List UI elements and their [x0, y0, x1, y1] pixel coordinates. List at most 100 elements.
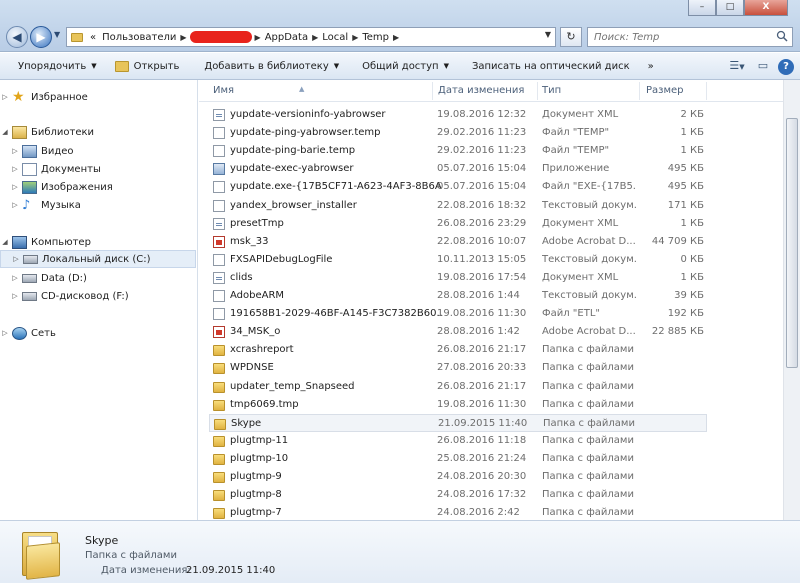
breadcrumb-local[interactable]: Local	[319, 32, 351, 43]
nav-item-network[interactable]: ▷ Сеть	[0, 324, 196, 342]
file-date: 29.02.2016 11:23	[437, 145, 527, 157]
file-name: msk_33	[230, 235, 269, 247]
nav-item-label: Изображения	[41, 181, 113, 193]
column-divider[interactable]	[639, 82, 640, 100]
breadcrumb-separator-icon[interactable]: ▶	[254, 33, 262, 42]
file-row[interactable]: yupdate-exec-yabrowser 05.07.2016 15:04 Пр…	[209, 160, 707, 178]
minimize-button[interactable]: –	[688, 0, 716, 16]
address-dropdown-icon[interactable]: ▼	[545, 30, 551, 39]
chevron-down-icon: ▼	[91, 62, 97, 70]
expand-arrow-icon[interactable]: ▷	[0, 93, 10, 101]
close-button[interactable]: X	[744, 0, 788, 16]
back-button[interactable]: ◀	[6, 26, 28, 48]
expand-arrow-icon[interactable]: ▷	[11, 255, 21, 263]
vertical-scrollbar[interactable]	[783, 80, 800, 520]
share-menu[interactable]: Общий доступ ▼	[348, 55, 458, 77]
file-row[interactable]: yupdate-versioninfo-yabrowser 19.08.2016 …	[209, 106, 707, 124]
file-row[interactable]: presetTmp 26.08.2016 23:29 Документ XML 1 К…	[209, 215, 707, 233]
nav-item-documents[interactable]: ▷ Документы	[0, 160, 196, 178]
breadcrumb-separator-icon[interactable]: ▶	[351, 33, 359, 42]
file-row[interactable]: xcrashreport 26.08.2016 21:17 Папка с файл…	[209, 341, 707, 359]
file-row[interactable]: tmp6069.tmp 19.08.2016 11:30 Папка с файла…	[209, 396, 707, 414]
nav-item-data-disk[interactable]: ▷ Data (D:)	[0, 269, 196, 287]
file-row[interactable]: plugtmp-8 24.08.2016 17:32 Папка с файлами	[209, 486, 707, 504]
nav-item-local-disk[interactable]: ▷ Локальный диск (C:)	[0, 250, 196, 268]
refresh-button[interactable]: ↻	[560, 27, 582, 47]
breadcrumb-temp[interactable]: Temp	[359, 32, 392, 43]
expand-arrow-icon[interactable]: ▷	[10, 183, 20, 191]
file-row[interactable]: AdobeARM 28.08.2016 1:44 Текстовый докум..…	[209, 287, 707, 305]
redacted-username	[189, 31, 252, 43]
nav-item-video[interactable]: ▷ Видео	[0, 142, 196, 160]
open-button[interactable]: Открыть	[106, 55, 189, 77]
nav-item-libraries[interactable]: ◢ Библиотеки	[0, 123, 196, 141]
address-bar[interactable]: « Пользователи ▶ ▶ AppData ▶ Local ▶ Tem…	[66, 27, 556, 47]
expand-arrow-icon[interactable]: ▷	[0, 329, 10, 337]
file-row[interactable]: Skype 21.09.2015 11:40 Папка с файлами	[209, 413, 707, 432]
expand-arrow-icon[interactable]: ▷	[10, 165, 20, 173]
add-to-library-menu[interactable]: Добавить в библиотеку ▼	[188, 55, 348, 77]
file-row[interactable]: msk_33 22.08.2016 10:07 Adobe Acrobat D...…	[209, 233, 707, 251]
column-header-date[interactable]: Дата изменения	[438, 85, 524, 96]
file-date: 10.11.2013 15:05	[437, 253, 527, 265]
file-row[interactable]: yupdate-ping-barie.temp 29.02.2016 11:23 Ф…	[209, 142, 707, 160]
file-date: 26.08.2016 23:29	[437, 217, 527, 229]
search-box[interactable]	[587, 27, 793, 47]
maximize-button[interactable]: □	[716, 0, 744, 16]
file-type: Папка с файлами	[542, 398, 634, 410]
recent-pages-dropdown[interactable]: ▼	[54, 30, 60, 39]
expand-arrow-icon[interactable]: ▷	[10, 292, 20, 300]
file-row[interactable]: 34_MSK_o 28.08.2016 1:42 Adobe Acrobat D..…	[209, 323, 707, 341]
xml-file-icon	[213, 271, 225, 284]
file-row[interactable]: FXSAPIDebugLogFile 10.11.2013 15:05 Тексто…	[209, 251, 707, 269]
scrollbar-thumb[interactable]	[786, 118, 798, 368]
file-row[interactable]: yupdate-ping-yabrowser.temp 29.02.2016 11…	[209, 124, 707, 142]
organize-menu[interactable]: Упорядочить ▼	[0, 55, 106, 77]
nav-item-computer[interactable]: ◢ Компьютер	[0, 233, 196, 251]
expand-arrow-icon[interactable]: ◢	[0, 238, 10, 246]
file-row[interactable]: 191658B1-2029-46BF-A145-F3C7382B60... 19.…	[209, 305, 707, 323]
expand-arrow-icon[interactable]: ▷	[10, 274, 20, 282]
forward-button[interactable]: ▶	[30, 26, 52, 48]
file-row[interactable]: plugtmp-11 26.08.2016 11:18 Папка с файлам…	[209, 432, 707, 450]
file-row[interactable]: plugtmp-7 24.08.2016 2:42 Папка с файлами	[209, 504, 707, 520]
file-name: yupdate.exe-{17B5CF71-A623-4AF3-8B6A...	[230, 181, 442, 193]
file-row[interactable]: WPDNSE 27.08.2016 20:33 Папка с файлами	[209, 359, 707, 377]
breadcrumb-separator-icon[interactable]: ▶	[392, 33, 400, 42]
nav-item-favorites[interactable]: ▷ ★ Избранное	[0, 88, 196, 106]
help-button[interactable]: ?	[778, 59, 794, 75]
file-size: 1 КБ	[680, 271, 704, 283]
column-header-name[interactable]: Имя	[213, 85, 234, 96]
breadcrumb-appdata[interactable]: AppData	[262, 32, 311, 43]
change-view-button[interactable]: ☰▼	[726, 56, 748, 76]
search-input[interactable]	[588, 28, 768, 46]
nav-item-pictures[interactable]: ▷ Изображения	[0, 178, 196, 196]
preview-pane-button[interactable]: ▭	[752, 56, 774, 76]
file-row[interactable]: updater_temp_Snapseed 26.08.2016 21:17 Пап…	[209, 378, 707, 396]
file-row[interactable]: yupdate.exe-{17B5CF71-A623-4AF3-8B6A... 0…	[209, 178, 707, 196]
column-divider[interactable]	[537, 82, 538, 100]
file-name: WPDNSE	[230, 362, 274, 374]
nav-item-music[interactable]: ▷ ♪ Музыка	[0, 196, 196, 214]
column-header-type[interactable]: Тип	[542, 85, 561, 96]
column-header-size[interactable]: Размер	[646, 85, 684, 96]
column-headers: ▲ Имя Дата изменения Тип Размер	[199, 80, 799, 102]
file-row[interactable]: plugtmp-9 24.08.2016 20:30 Папка с файлами	[209, 468, 707, 486]
file-row[interactable]: clids 19.08.2016 17:54 Документ XML 1 КБ	[209, 269, 707, 287]
folder-icon	[213, 399, 225, 411]
more-commands-button[interactable]: »	[639, 55, 663, 77]
nav-item-label: CD-дисковод (F:)	[41, 290, 129, 302]
breadcrumb-users[interactable]: Пользователи	[99, 32, 179, 43]
burn-button[interactable]: Записать на оптический диск	[458, 55, 639, 77]
breadcrumb-separator-icon[interactable]: ▶	[179, 33, 187, 42]
file-row[interactable]: plugtmp-10 25.08.2016 21:24 Папка с файлам…	[209, 450, 707, 468]
breadcrumb-overflow[interactable]: «	[87, 32, 99, 43]
column-divider[interactable]	[432, 82, 433, 100]
expand-arrow-icon[interactable]: ▷	[10, 147, 20, 155]
expand-arrow-icon[interactable]: ◢	[0, 128, 10, 136]
expand-arrow-icon[interactable]: ▷	[10, 201, 20, 209]
file-row[interactable]: yandex_browser_installer 22.08.2016 18:32…	[209, 197, 707, 215]
nav-item-cd-drive[interactable]: ▷ CD-дисковод (F:)	[0, 287, 196, 305]
breadcrumb-separator-icon[interactable]: ▶	[311, 33, 319, 42]
column-divider[interactable]	[706, 82, 707, 100]
